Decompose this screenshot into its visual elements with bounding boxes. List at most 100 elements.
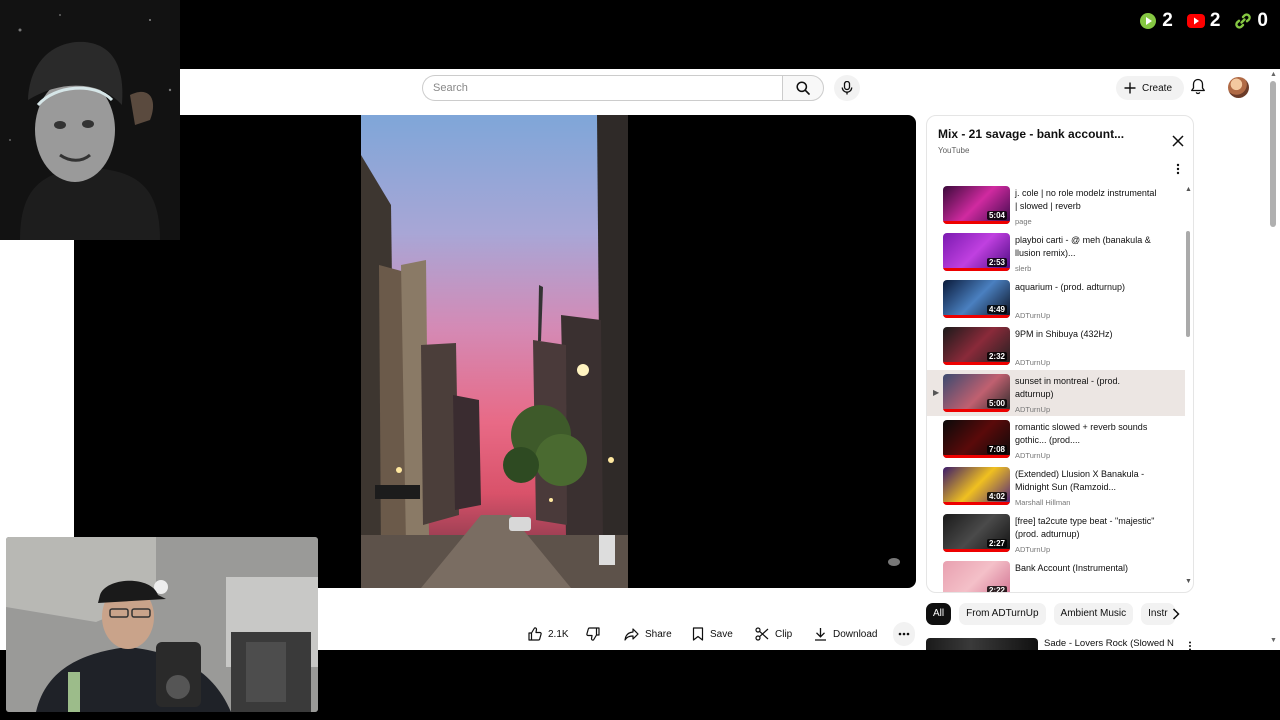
video-duration: 2:32 [986, 351, 1007, 361]
playlist-item-channel: Marshall Hillman [1015, 498, 1071, 508]
playlist-item[interactable]: 4:49 aquarium - (prod. adturnup) ADTurnUp [927, 276, 1185, 323]
filter-chip[interactable]: Instr [1141, 603, 1175, 625]
playlist-thumbnail[interactable]: 5:04 [943, 186, 1010, 224]
link-stat: 0 [1234, 10, 1268, 32]
notifications-button[interactable] [1190, 78, 1206, 100]
playlist-thumbnail[interactable]: 4:49 [943, 279, 1010, 318]
rumble-icon [1140, 13, 1157, 29]
webcam-face-image [0, 0, 180, 240]
recommended-thumbnail[interactable] [926, 638, 1038, 650]
bell-icon [1191, 78, 1205, 95]
playlist-item-title[interactable]: [free] ta2cute type beat - "majestic" (p… [1015, 515, 1157, 541]
playlist-item-title[interactable]: 9PM in Shibuya (432Hz) [1015, 328, 1157, 341]
city-sunset-image [361, 115, 628, 588]
playlist-item-title[interactable]: aquarium - (prod. adturnup) [1015, 281, 1157, 294]
video-duration: 2:22 [986, 586, 1007, 592]
close-playlist-button[interactable] [1172, 134, 1184, 152]
video-player[interactable] [74, 115, 916, 588]
plus-icon [1124, 82, 1136, 94]
playlist-thumbnail[interactable]: 2:32 [943, 326, 1010, 365]
playlist-item[interactable]: 2:53 playboi carti - @ meh (banakula & ll… [927, 229, 1185, 276]
playlist-item-title[interactable]: Bank Account (Instrumental) [1015, 562, 1157, 575]
playlist-item[interactable]: 4:02 (Extended) Llusion X Banakula - Midn… [927, 463, 1185, 510]
playlist-item[interactable]: 2:22 Bank Account (Instrumental) B Lou - T… [927, 557, 1185, 593]
playlist-thumbnail[interactable]: 5:00 [943, 373, 1010, 412]
playlist-item[interactable]: 7:08 romantic slowed + reverb sounds goth… [927, 416, 1185, 463]
now-playing-icon: ▶ [933, 387, 940, 397]
playlist-item[interactable]: ▶ 5:00 sunset in montreal - (prod. adturnu… [927, 369, 1185, 417]
voice-search-button[interactable] [834, 75, 860, 101]
playlist-item-title[interactable]: sunset in montreal - (prod. adturnup) [1015, 375, 1157, 401]
playlist-thumbnail[interactable]: 4:02 [943, 467, 1010, 506]
dislike-button[interactable] [586, 622, 600, 646]
playlist-panel: Mix - 21 savage - bank account... YouTub… [926, 115, 1194, 593]
like-count: 2.1K [548, 628, 569, 640]
playlist-item-channel: ADTurnUp [1015, 310, 1051, 320]
recommended-video[interactable]: Sade - Lovers Rock (Slowed N [926, 636, 1196, 650]
create-label: Create [1142, 82, 1173, 94]
playlist-item-channel: page [1015, 217, 1032, 226]
playlist-item-title[interactable]: playboi carti - @ meh (banakula & llusio… [1015, 234, 1157, 260]
autoplay-indicator [888, 558, 900, 566]
playlist-item-title[interactable]: j. cole | no role modelz instrumental | … [1015, 187, 1157, 213]
playlist-item-channel: B Lou - Topic [1015, 592, 1059, 593]
playlist-thumbnail[interactable]: 2:53 [943, 232, 1010, 271]
video-duration: 5:04 [986, 211, 1007, 220]
playlist-title: Mix - 21 savage - bank account... [938, 127, 1125, 141]
like-button[interactable]: 2.1K [528, 622, 569, 646]
video-duration: 2:27 [986, 539, 1007, 549]
filter-chips: All From ADTurnUp Ambient Music Instr [926, 603, 1196, 625]
playlist-item-channel: ADTurnUp [1015, 357, 1051, 367]
playlist-item-channel: ADTurnUp [1015, 404, 1051, 414]
youtube-count: 2 [1209, 10, 1221, 31]
save-button[interactable]: Save [692, 622, 733, 646]
account-avatar[interactable] [1228, 77, 1249, 98]
close-icon [1172, 135, 1184, 147]
more-vertical-icon [1176, 163, 1180, 175]
webcam-overlay-top [0, 0, 180, 240]
recommended-title[interactable]: Sade - Lovers Rock (Slowed N [1044, 638, 1174, 649]
playlist-scroll-down[interactable]: ▼ [1185, 578, 1192, 585]
video-duration: 5:00 [986, 398, 1007, 408]
chevron-right-icon [1172, 608, 1180, 620]
webcam-room-image [6, 537, 318, 712]
link-icon [1235, 13, 1252, 29]
playlist-item[interactable]: 2:27 [free] ta2cute type beat - "majestic… [927, 510, 1185, 557]
clip-button[interactable]: Clip [755, 622, 792, 646]
playlist-subtitle: YouTube [938, 146, 970, 155]
page-scroll-up[interactable]: ▲ [1270, 71, 1277, 78]
search-bar: Search [422, 75, 824, 101]
playlist-item-title[interactable]: romantic slowed + reverb sounds gothic..… [1015, 421, 1157, 447]
share-button[interactable]: Share [624, 622, 672, 646]
youtube-icon [1186, 14, 1205, 28]
playlist-menu-button[interactable] [1176, 162, 1180, 180]
playlist-item[interactable]: 5:04 j. cole | no role modelz instrumenta… [927, 182, 1185, 229]
playlist-item[interactable]: 2:32 9PM in Shibuya (432Hz) ADTurnUp [927, 323, 1185, 370]
playlist-scroll-up[interactable]: ▲ [1185, 186, 1192, 193]
create-button[interactable]: Create [1116, 76, 1185, 100]
rumble-stat: 2 [1139, 10, 1173, 32]
playlist-scrollbar[interactable] [1186, 231, 1190, 337]
download-button[interactable]: Download [814, 622, 877, 646]
video-duration: 4:02 [986, 492, 1007, 502]
playlist-thumbnail[interactable]: 7:08 [943, 420, 1010, 459]
filter-chip[interactable]: From ADTurnUp [959, 603, 1046, 625]
playlist-item-title[interactable]: (Extended) Llusion X Banakula - Midnight… [1015, 468, 1157, 494]
share-icon [624, 627, 639, 641]
filter-chip[interactable]: All [926, 603, 952, 625]
filter-chip[interactable]: Ambient Music [1053, 603, 1134, 625]
download-label: Download [833, 628, 878, 640]
playlist-item-channel: ADTurnUp [1015, 545, 1051, 555]
search-button[interactable] [782, 75, 824, 101]
page-scrollbar[interactable] [1270, 81, 1276, 227]
chips-next-button[interactable] [1172, 607, 1180, 625]
download-icon [815, 628, 826, 641]
playlist-thumbnail[interactable]: 2:27 [943, 514, 1010, 553]
playlist-thumbnail[interactable]: 2:22 [943, 561, 1010, 592]
page-scroll-down[interactable]: ▼ [1270, 637, 1277, 644]
more-actions-button[interactable] [893, 622, 915, 646]
microphone-icon [841, 81, 853, 95]
bookmark-icon [692, 627, 704, 641]
search-input[interactable]: Search [422, 75, 782, 101]
more-vertical-icon[interactable] [1188, 641, 1192, 650]
